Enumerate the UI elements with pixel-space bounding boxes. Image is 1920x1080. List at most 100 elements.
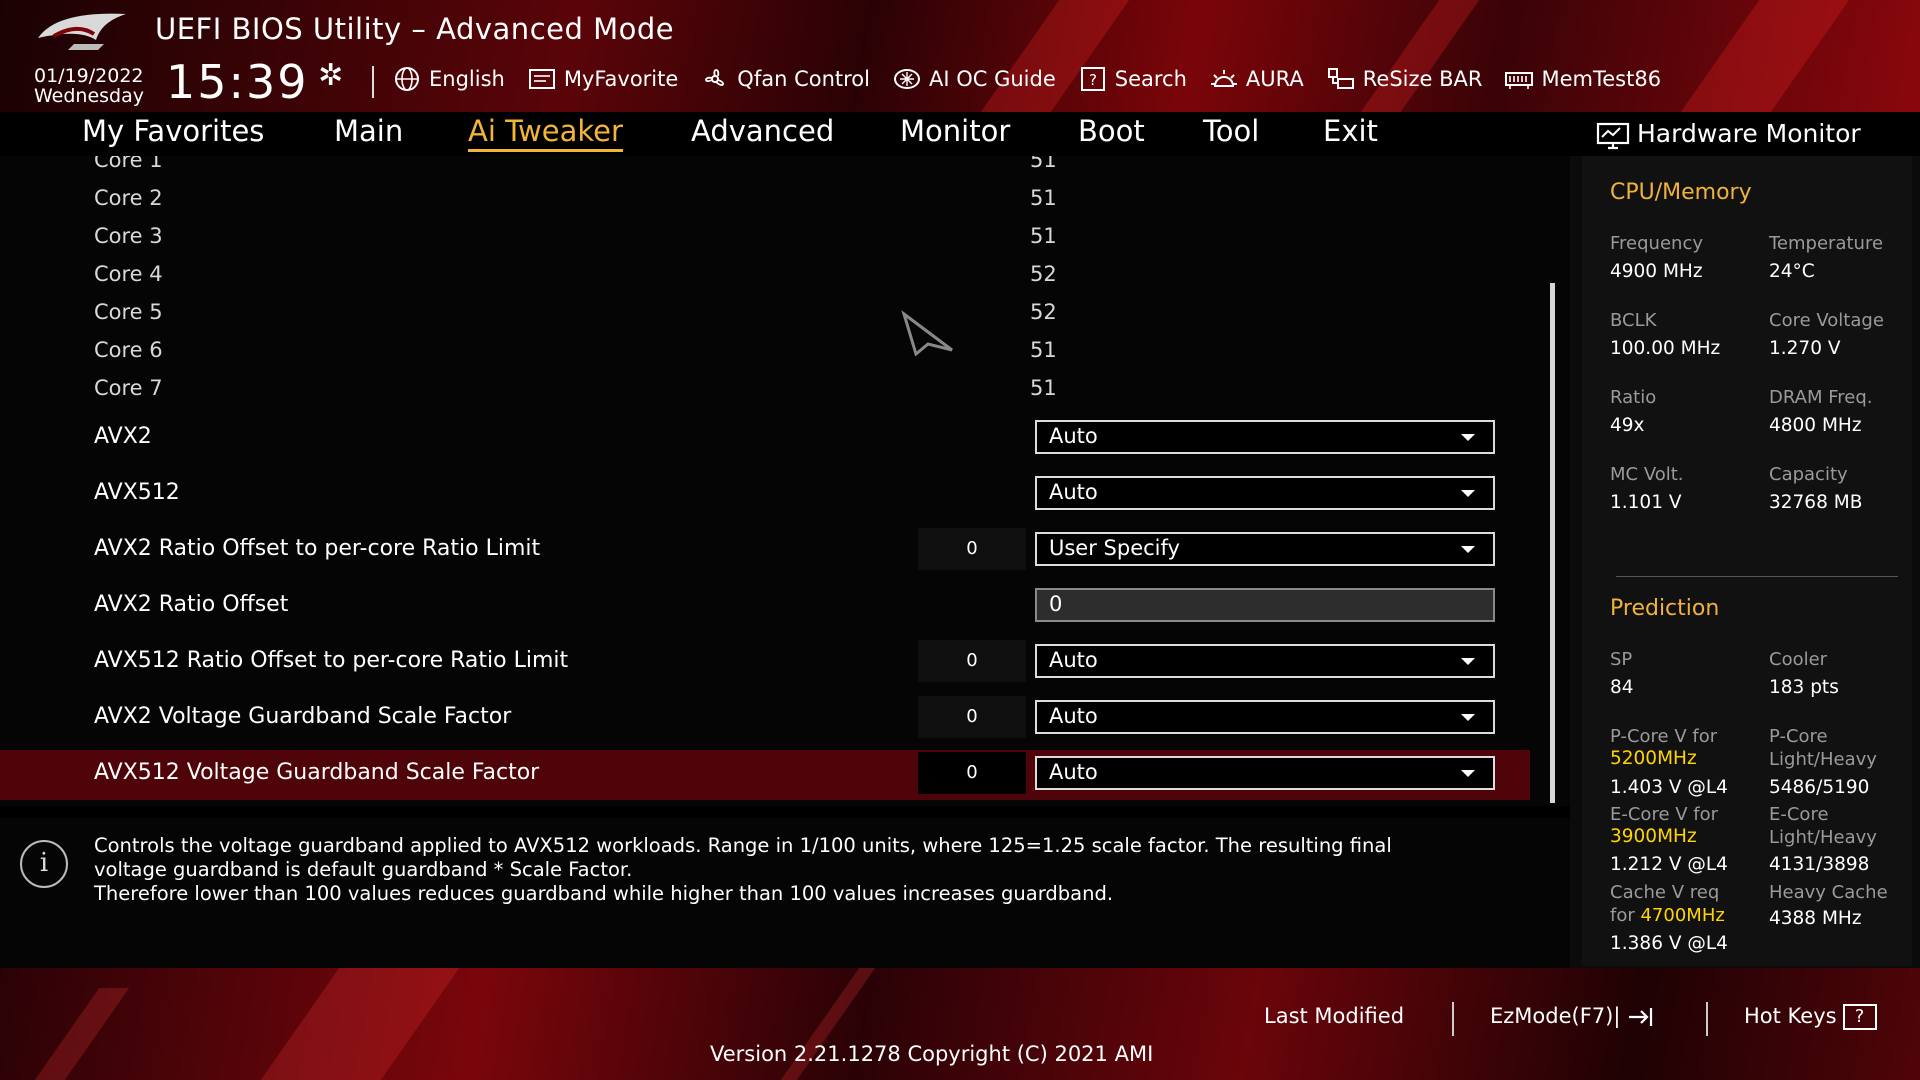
heavy-cache-value: 4388 MHz [1769,908,1862,929]
capacity-label: Capacity [1769,464,1848,485]
page-title: UEFI BIOS Utility – Advanced Mode [155,12,675,46]
setting-row-avx512-ratio-offset-limit[interactable]: AVX512 Ratio Offset to per-core Ratio Li… [0,638,1530,688]
aura-button[interactable]: AURA [1209,66,1304,92]
info-icon: i [20,840,68,888]
ezmode-label: EzMode(F7)| [1490,1004,1621,1028]
chevron-down-icon [1461,658,1475,665]
current-value: 0 [918,696,1026,738]
label-line: Light/Heavy [1769,827,1877,848]
core-label: Core 3 [94,224,163,248]
avx2-ratio-offset-limit-dropdown[interactable]: User Specify [1035,532,1495,566]
tab-main[interactable]: Main [334,114,403,148]
chevron-down-icon [1461,770,1475,777]
temperature-value: 24°C [1769,261,1815,282]
core-voltage-label: Core Voltage [1769,310,1884,331]
divider [1616,576,1898,577]
cache-v-value: 1.386 V @L4 [1610,933,1728,954]
tab-tool[interactable]: Tool [1203,114,1259,148]
setting-label: AVX2 Ratio Offset to per-core Ratio Limi… [94,536,541,561]
date-display: 01/19/2022 Wednesday [34,66,144,106]
aura-label: AURA [1245,67,1304,91]
setting-row-avx2[interactable]: AVX2 Auto [0,414,1530,464]
dropdown-value: Auto [1049,760,1098,784]
tab-my-favorites[interactable]: My Favorites [82,114,264,148]
language-button[interactable]: English [392,66,505,92]
avx2-dropdown[interactable]: Auto [1035,420,1495,454]
pcore-light-heavy-label: P-Core Light/Heavy [1769,725,1877,771]
hot-keys-button[interactable]: Hot Keys? [1744,1004,1877,1030]
setting-row-avx2-ratio-offset-limit[interactable]: AVX2 Ratio Offset to per-core Ratio Limi… [0,526,1530,576]
setting-row-avx512[interactable]: AVX512 Auto [0,470,1530,520]
dram-freq-value: 4800 MHz [1769,415,1862,436]
scrollbar[interactable] [1550,283,1555,803]
ratio-value: 49x [1610,415,1645,436]
avx2-ratio-offset-input[interactable]: 0 [1035,588,1495,622]
cooler-label: Cooler [1769,649,1828,670]
last-modified-button[interactable]: Last Modified [1264,1004,1404,1028]
myfavorite-button[interactable]: MyFavorite [527,66,678,92]
memtest-icon [1505,72,1534,89]
heavy-cache-label: Heavy Cache [1769,882,1888,903]
tab-exit[interactable]: Exit [1323,114,1378,148]
input-value: 0 [1049,592,1063,616]
mouse-cursor-icon [901,310,953,356]
resize-bar-button[interactable]: ReSize BAR [1326,66,1482,92]
version-text: Version 2.21.1278 Copyright (C) 2021 AMI [710,1042,1154,1066]
avx512-ratio-offset-limit-dropdown[interactable]: Auto [1035,644,1495,678]
dropdown-value: Auto [1049,480,1098,504]
setting-row-avx512-guardband[interactable]: AVX512 Voltage Guardband Scale Factor 0 … [0,750,1530,800]
frequency-value: 4900 MHz [1610,261,1703,282]
current-value: 0 [918,528,1026,570]
dropdown-value: User Specify [1049,536,1180,560]
clock: 15:39 [166,55,309,109]
prediction-title: Prediction [1610,596,1720,621]
tab-ai-tweaker[interactable]: Ai Tweaker [468,114,623,152]
core-voltage-value: 1.270 V [1769,338,1841,359]
core-ratio-value: 51 [1030,156,1057,172]
avx512-guardband-dropdown[interactable]: Auto [1035,756,1495,790]
memtest-label: MemTest86 [1541,67,1662,91]
help-text: Controls the voltage guardband applied t… [94,834,1554,906]
setting-row-avx2-ratio-offset[interactable]: AVX2 Ratio Offset 0 [0,582,1530,632]
setting-label: AVX2 [94,424,152,449]
setting-label: AVX2 Ratio Offset [94,592,289,617]
pcore-light-heavy-value: 5486/5190 [1769,777,1870,798]
ezmode-button[interactable]: EzMode(F7)| [1490,1004,1657,1029]
setting-row-avx2-guardband[interactable]: AVX2 Voltage Guardband Scale Factor 0 Au… [0,694,1530,744]
tab-advanced[interactable]: Advanced [691,114,834,148]
globe-icon [395,67,419,91]
header-bar: UEFI BIOS Utility – Advanced Mode 01/19/… [0,0,1920,112]
qfan-control-button[interactable]: Qfan Control [700,66,870,92]
core-label: Core 2 [94,186,163,210]
search-button[interactable]: ? Search [1078,66,1187,92]
tab-monitor[interactable]: Monitor [900,114,1010,148]
core-label: Core 4 [94,262,163,286]
current-value: 0 [918,752,1026,794]
core-ratio-value: 51 [1030,338,1057,362]
mc-volt-value: 1.101 V [1610,492,1682,513]
memtest-button[interactable]: MemTest86 [1504,66,1661,92]
avx2-guardband-dropdown[interactable]: Auto [1035,700,1495,734]
bclk-label: BCLK [1610,310,1657,331]
aura-icon [1210,70,1237,87]
footer-divider [1706,1002,1708,1036]
help-line: Controls the voltage guardband applied t… [94,834,1392,857]
gear-icon[interactable]: ✲ [318,58,343,93]
sp-label: SP [1610,649,1633,670]
mc-volt-label: MC Volt. [1610,464,1684,485]
resize-bar-icon [1327,68,1354,89]
cache-v-freq: 4700MHz [1640,905,1725,926]
tab-boot[interactable]: Boot [1078,114,1145,148]
hardware-monitor-title: Hardware Monitor [1637,119,1861,148]
core-label: Core 5 [94,300,163,324]
ai-oc-guide-label: AI OC Guide [928,67,1056,91]
pcore-v-value: 1.403 V @L4 [1610,777,1728,798]
toolbar: English MyFavorite Qfan Control AI OC Gu… [392,62,1661,96]
core-ratio-value: 51 [1030,186,1057,210]
core-ratio-value: 52 [1030,262,1057,286]
avx512-dropdown[interactable]: Auto [1035,476,1495,510]
ai-oc-guide-button[interactable]: AI OC Guide [892,66,1056,92]
date-text: 01/19/2022 [34,65,144,87]
core-label: Core 1 [94,156,163,172]
ai-oc-guide-icon [893,69,920,89]
